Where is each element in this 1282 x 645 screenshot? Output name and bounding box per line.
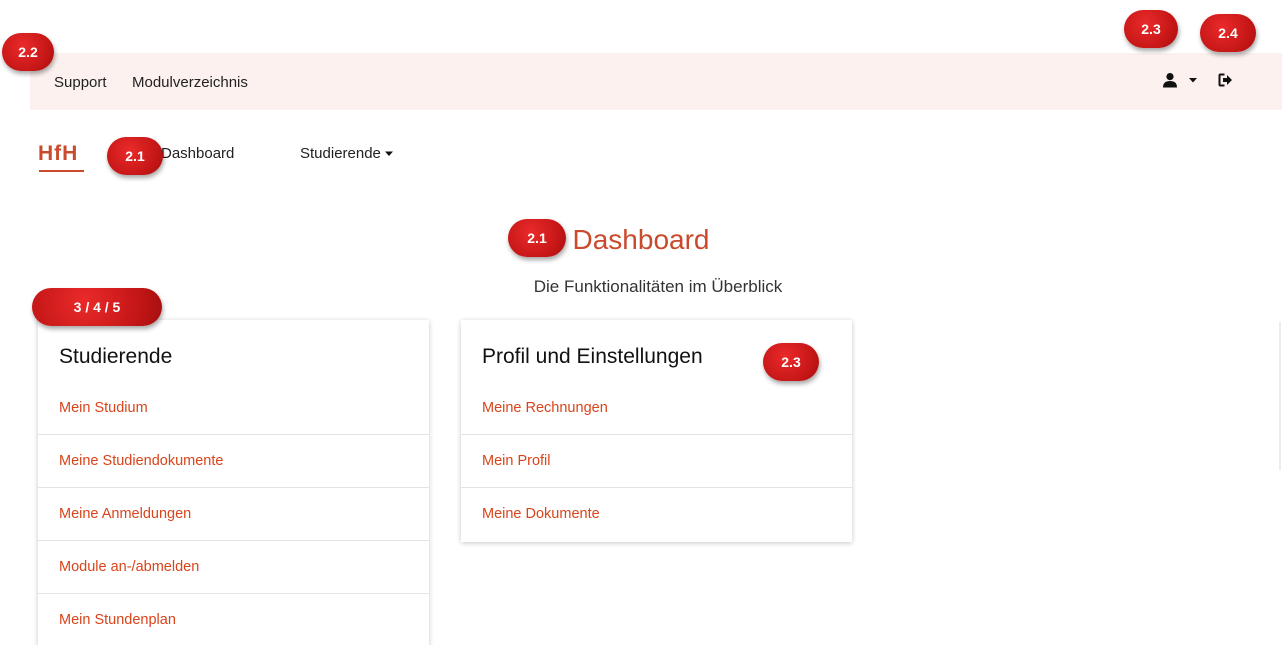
nav-studierende-dropdown[interactable]: Studierende: [300, 145, 394, 162]
annotation-badge: 2.2: [2, 33, 54, 71]
logo-text: HfH: [38, 142, 79, 165]
annotation-badge: 2.1: [107, 137, 163, 175]
annotation-badge: 2.4: [1200, 14, 1256, 52]
link-module-an-abmelden[interactable]: Module an-/abmelden: [38, 540, 429, 593]
support-link[interactable]: Support: [54, 74, 107, 91]
sign-out-icon: [1218, 73, 1232, 87]
caret-down-icon: [1189, 78, 1197, 83]
annotation-badge: 2.3: [1124, 10, 1178, 48]
link-mein-stundenplan[interactable]: Mein Stundenplan: [38, 593, 429, 645]
logo-underline: [39, 170, 84, 172]
card-title: Studierende: [59, 345, 173, 368]
link-meine-rechnungen[interactable]: Meine Rechnungen: [461, 382, 852, 434]
annotation-badge: 3 / 4 / 5: [32, 288, 162, 326]
modulverzeichnis-link[interactable]: Modulverzeichnis: [132, 74, 248, 91]
link-meine-anmeldungen[interactable]: Meine Anmeldungen: [38, 487, 429, 540]
user-icon: [1163, 73, 1177, 88]
annotation-badge: 2.3: [763, 343, 819, 381]
hfh-logo[interactable]: HfH: [38, 142, 86, 172]
caret-down-icon: [384, 151, 393, 156]
scroll-edge: [1279, 322, 1281, 470]
top-bar: Support Modulverzeichnis: [30, 53, 1282, 110]
page-subtitle: Die Funktionalitäten im Überblick: [533, 277, 783, 296]
link-meine-dokumente[interactable]: Meine Dokumente: [461, 487, 852, 540]
studierende-card: Studierende Mein Studium Meine Studiendo…: [38, 320, 429, 645]
link-meine-studiendokumente[interactable]: Meine Studiendokumente: [38, 434, 429, 487]
link-mein-profil[interactable]: Mein Profil: [461, 434, 852, 487]
nav-dashboard[interactable]: Dashboard: [161, 145, 234, 162]
logout-button[interactable]: [1218, 69, 1236, 91]
user-menu-toggle[interactable]: [1162, 69, 1206, 91]
link-mein-studium[interactable]: Mein Studium: [38, 382, 429, 434]
nav-studierende-label: Studierende: [300, 145, 381, 162]
page-title: Dashboard: [572, 224, 710, 255]
annotation-badge: 2.1: [508, 219, 566, 257]
